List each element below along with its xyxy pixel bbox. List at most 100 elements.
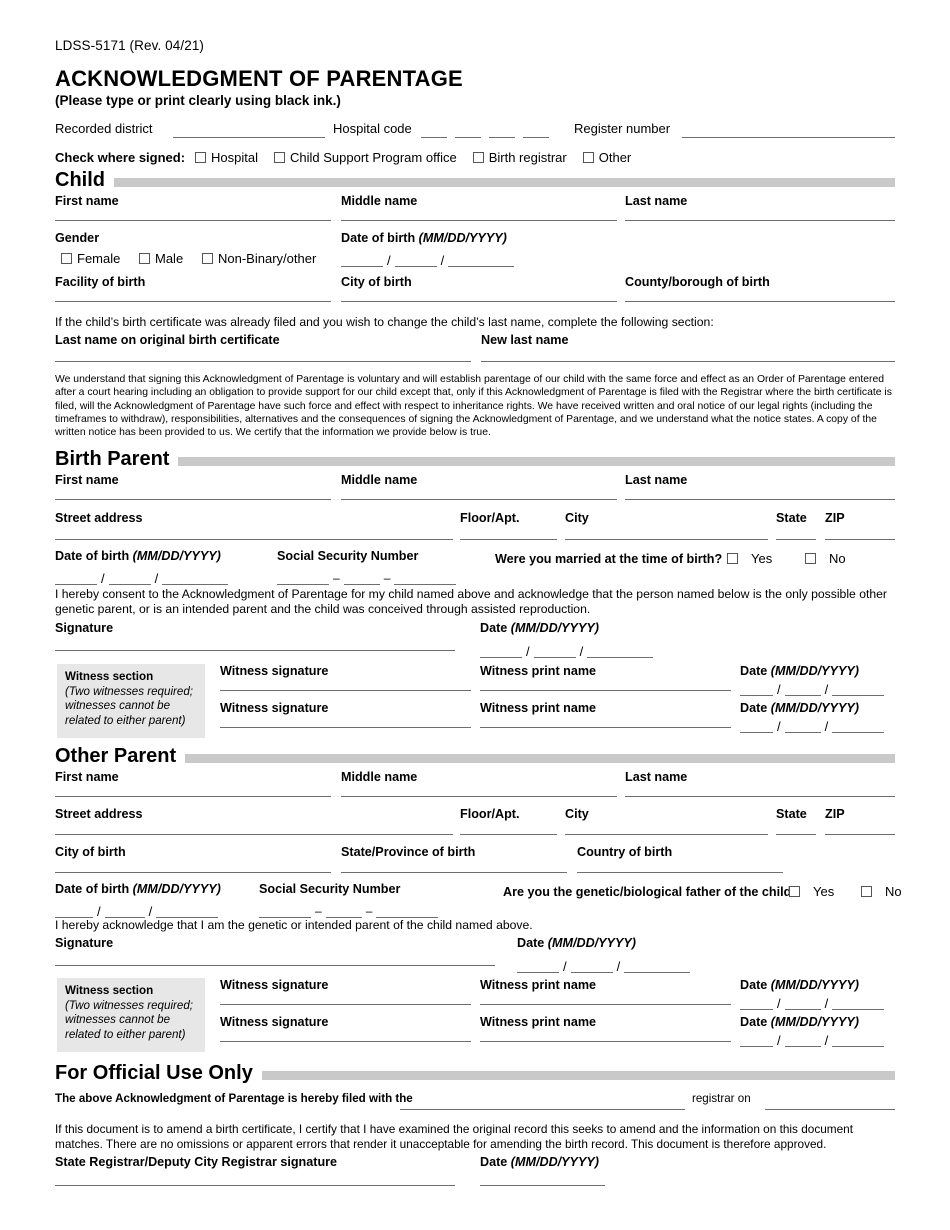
op-state-input[interactable]	[776, 834, 816, 836]
bp-zip-input[interactable]	[825, 538, 895, 540]
op-witness2-printname-input[interactable]	[480, 1041, 731, 1043]
checkbox-icon[interactable]	[139, 253, 150, 265]
bp-witness1-date-month-input[interactable]	[740, 682, 773, 697]
bp-state-input[interactable]	[776, 538, 816, 540]
op-state-province-input[interactable]	[341, 872, 567, 874]
child-last-name-input[interactable]	[625, 220, 895, 222]
bp-sign-date-day-input[interactable]	[533, 644, 576, 659]
checkbox-icon[interactable]	[727, 552, 738, 564]
child-dob-day-input[interactable]	[394, 253, 437, 268]
bp-witness1-date-day-input[interactable]	[784, 682, 821, 697]
bp-sign-date-year-input[interactable]	[587, 644, 654, 659]
checkbox-signed-other[interactable]: Other	[582, 150, 631, 165]
checkbox-gender-female[interactable]: Female	[61, 251, 120, 266]
official-registrar-signature-input[interactable]	[55, 1184, 455, 1186]
op-sign-date-month-input[interactable]	[517, 959, 559, 974]
bp-witness1-date-year-input[interactable]	[832, 682, 885, 697]
op-witness2-date-year-input[interactable]	[832, 1033, 885, 1048]
bp-ssn-part-3[interactable]	[394, 571, 457, 585]
checkbox-signed-child-support[interactable]: Child Support Program office	[274, 150, 457, 165]
op-zip-input[interactable]	[825, 834, 895, 836]
op-city-input[interactable]	[565, 834, 768, 836]
op-signature-input[interactable]	[55, 965, 495, 967]
bp-witness1-signature-input[interactable]	[220, 690, 471, 692]
bp-ssn-part-1[interactable]	[277, 571, 329, 585]
hospital-code-digit-2[interactable]	[455, 137, 481, 139]
checkbox-icon[interactable]	[61, 253, 72, 265]
recorded-district-input[interactable]	[173, 137, 325, 139]
op-middle-name-input[interactable]	[341, 796, 617, 798]
bp-witness2-signature-input[interactable]	[220, 727, 471, 729]
checkbox-bp-married-yes[interactable]: Yes	[727, 551, 772, 566]
op-dob-month-input[interactable]	[55, 904, 93, 919]
checkbox-signed-hospital[interactable]: Hospital	[195, 150, 258, 165]
bp-city-input[interactable]	[565, 538, 768, 540]
hospital-code-digit-4[interactable]	[523, 137, 549, 139]
op-witness1-printname-input[interactable]	[480, 1004, 731, 1006]
bp-signature-input[interactable]	[55, 650, 455, 652]
op-witness1-date-year-input[interactable]	[832, 996, 885, 1011]
bp-last-name-input[interactable]	[625, 498, 895, 500]
bp-witness2-printname-input[interactable]	[480, 727, 731, 729]
op-witness1-date-day-input[interactable]	[784, 996, 821, 1011]
bp-dob-day-input[interactable]	[108, 571, 151, 585]
official-registrar-input[interactable]	[400, 1109, 685, 1111]
bp-dob-month-input[interactable]	[55, 571, 97, 585]
op-country-of-birth-input[interactable]	[577, 872, 783, 874]
checkbox-icon[interactable]	[805, 552, 816, 564]
bp-witness2-date-year-input[interactable]	[832, 719, 885, 734]
child-dob-year-input[interactable]	[448, 253, 515, 268]
bp-dob-year-input[interactable]	[162, 571, 229, 585]
new-last-name-input[interactable]	[481, 360, 895, 362]
hospital-code-digit-3[interactable]	[489, 137, 515, 139]
checkbox-bp-married-no[interactable]: No	[805, 551, 846, 566]
register-number-input[interactable]	[682, 137, 895, 139]
original-last-name-input[interactable]	[55, 360, 471, 362]
op-witness1-date-month-input[interactable]	[740, 996, 773, 1011]
op-witness2-date-month-input[interactable]	[740, 1033, 773, 1048]
op-city-of-birth-input[interactable]	[55, 872, 331, 874]
checkbox-gender-male[interactable]: Male	[139, 251, 183, 266]
checkbox-icon[interactable]	[274, 152, 286, 164]
bp-sign-date-month-input[interactable]	[480, 644, 522, 659]
op-street-input[interactable]	[55, 834, 453, 836]
bp-witness2-date-month-input[interactable]	[740, 719, 773, 734]
bp-floor-apt-input[interactable]	[460, 538, 557, 540]
child-facility-input[interactable]	[55, 301, 331, 303]
op-dob-day-input[interactable]	[104, 904, 145, 919]
op-first-name-input[interactable]	[55, 796, 331, 798]
bp-middle-name-input[interactable]	[341, 498, 617, 500]
op-sign-date-year-input[interactable]	[624, 959, 691, 974]
op-witness1-signature-input[interactable]	[220, 1004, 471, 1006]
bp-witness2-date-day-input[interactable]	[784, 719, 821, 734]
op-dob-year-input[interactable]	[156, 904, 219, 919]
op-ssn-part-1[interactable]	[259, 904, 311, 919]
child-city-of-birth-input[interactable]	[341, 301, 617, 303]
hospital-code-digit-1[interactable]	[421, 137, 447, 139]
bp-witness1-printname-input[interactable]	[480, 690, 731, 692]
checkbox-gender-nonbinary[interactable]: Non-Binary/other	[202, 251, 316, 266]
op-ssn-part-3[interactable]	[376, 904, 439, 919]
op-floor-apt-input[interactable]	[460, 834, 557, 836]
checkbox-icon[interactable]	[472, 152, 484, 164]
checkbox-icon[interactable]	[861, 886, 872, 898]
checkbox-icon[interactable]	[582, 152, 594, 164]
op-last-name-input[interactable]	[625, 796, 895, 798]
op-ssn-part-2[interactable]	[325, 904, 362, 919]
checkbox-signed-birth-registrar[interactable]: Birth registrar	[472, 150, 567, 165]
bp-first-name-input[interactable]	[55, 498, 331, 500]
checkbox-icon[interactable]	[789, 886, 800, 898]
bp-ssn-part-2[interactable]	[343, 571, 380, 585]
op-sign-date-day-input[interactable]	[570, 959, 613, 974]
checkbox-op-father-no[interactable]: No	[861, 884, 902, 899]
checkbox-icon[interactable]	[195, 152, 207, 164]
bp-street-input[interactable]	[55, 538, 453, 540]
child-dob-month-input[interactable]	[341, 253, 383, 268]
child-first-name-input[interactable]	[55, 220, 331, 222]
checkbox-icon[interactable]	[202, 253, 213, 265]
official-date-input[interactable]	[480, 1184, 605, 1186]
child-county-of-birth-input[interactable]	[625, 301, 895, 303]
child-middle-name-input[interactable]	[341, 220, 617, 222]
op-witness2-date-day-input[interactable]	[784, 1033, 821, 1048]
official-filed-date-input[interactable]	[765, 1109, 895, 1111]
